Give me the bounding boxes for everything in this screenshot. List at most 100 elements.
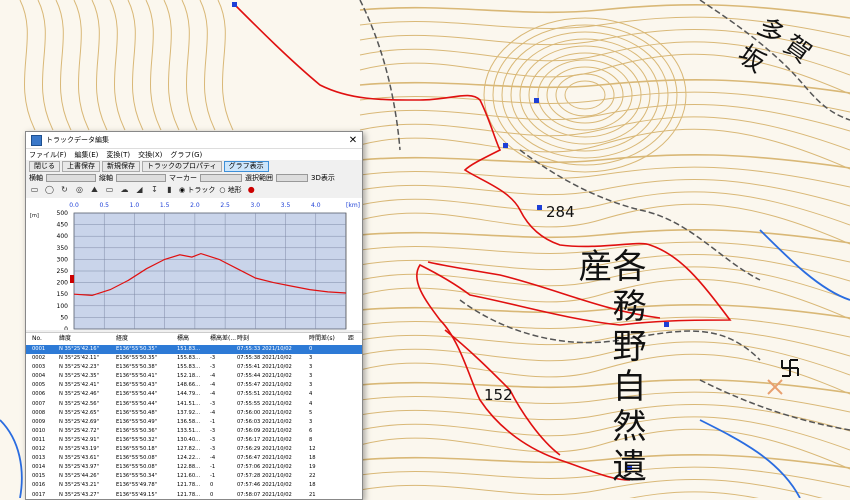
table-row[interactable]: 0004 N 35°25'42.35" E136°55'50.41" 152.18..… — [26, 372, 362, 381]
rotate-icon[interactable]: ↻ — [59, 185, 70, 195]
table-cell: N 35°25'42.41" — [59, 382, 99, 389]
menu-graph[interactable]: グラフ(G) — [170, 150, 202, 160]
table-row[interactable]: 0009 N 35°25'42.69" E136°55'50.49" 136.58..… — [26, 418, 362, 427]
circle-icon[interactable]: ◯ — [44, 185, 55, 195]
table-cell: 127.82... — [177, 446, 201, 453]
overwrite-save-button[interactable]: 上書保存 — [62, 161, 100, 172]
table-row[interactable]: 0012 N 35°25'43.19" E136°55'50.18" 127.82..… — [26, 445, 362, 454]
table-cell: E136°55'50.48" — [116, 409, 158, 416]
save-as-button[interactable]: 新規保存 — [102, 161, 140, 172]
table-row[interactable]: 0011 N 35°25'42.91" E136°55'50.32" 130.40..… — [26, 436, 362, 445]
app-icon — [31, 134, 42, 146]
table-row[interactable]: 0002 N 35°25'42.11" E136°55'50.35" 155.83..… — [26, 354, 362, 363]
selection-range-slider[interactable] — [276, 174, 308, 182]
col-lon[interactable]: 経度 — [116, 333, 128, 345]
table-cell: 07:55:33 2021/10/02 — [237, 346, 292, 352]
table-cell: E136°55'50.38" — [116, 364, 158, 371]
radio-terrain[interactable]: ○ 地形 — [219, 185, 241, 195]
track-edit-window[interactable]: トラックデータ編集 ✕ ファイル(F) 編集(E) 変換(T) 交換(X) グラ… — [25, 131, 363, 500]
arrow-icon[interactable]: ↧ — [149, 185, 160, 195]
table-row[interactable]: 0003 N 35°25'42.23" E136°55'50.38" 155.83..… — [26, 363, 362, 372]
window-titlebar[interactable]: トラックデータ編集 ✕ — [26, 132, 362, 149]
table-cell: 148.66... — [177, 382, 201, 389]
table-cell: 0008 — [32, 409, 46, 416]
table-row[interactable]: 0013 N 35°25'43.61" E136°55'50.08" 124.22..… — [26, 454, 362, 463]
table-row[interactable]: 0008 N 35°25'42.65" E136°55'50.48" 137.92..… — [26, 409, 362, 418]
marker-slider[interactable] — [200, 174, 242, 182]
track-point-list[interactable]: 0001 N 35°25'42.16" E136°55'50.35" 151.83..… — [26, 345, 362, 499]
table-cell: E136°55'50.49" — [116, 418, 158, 425]
table-row[interactable]: 0007 N 35°25'42.56" E136°55'50.44" 141.51..… — [26, 400, 362, 409]
table-cell: E136°55'50.08" — [116, 464, 158, 471]
mountain-icon[interactable]: ⛰ — [89, 185, 100, 195]
menu-convert[interactable]: 変換(T) — [106, 150, 130, 160]
3d-view-label[interactable]: 3D表示 — [311, 173, 335, 183]
window-title: トラックデータ編集 — [46, 136, 109, 144]
table-cell: -3 — [210, 446, 216, 453]
table-cell: 0006 — [32, 391, 46, 398]
table-cell: 3 — [309, 382, 313, 389]
table-cell: 124.22... — [177, 455, 201, 462]
table-cell: 121.60... — [177, 473, 201, 480]
vertical-axis-slider[interactable] — [116, 174, 166, 182]
menu-exchange[interactable]: 交換(X) — [138, 150, 162, 160]
table-cell: 5 — [309, 409, 313, 416]
target-icon[interactable]: ◎ — [74, 185, 85, 195]
rect-icon[interactable]: ▭ — [104, 185, 115, 195]
close-icon[interactable]: ✕ — [344, 135, 362, 146]
table-cell: 0012 — [32, 446, 46, 453]
table-cell: 133.51... — [177, 427, 201, 434]
table-row[interactable]: 0005 N 35°25'42.41" E136°55'50.43" 148.66..… — [26, 381, 362, 390]
table-row[interactable]: 0015 N 35°25'44.26" E136°55'50.34" 121.60..… — [26, 472, 362, 481]
table-cell: 19 — [309, 464, 316, 471]
record-icon[interactable]: ● — [246, 185, 257, 195]
menu-edit[interactable]: 編集(E) — [75, 150, 99, 160]
track-properties-button[interactable]: トラックのプロパティ — [142, 161, 222, 172]
horizontal-axis-slider[interactable] — [46, 174, 96, 182]
selection-range-label: 選択範囲 — [245, 174, 273, 182]
table-row[interactable]: 0014 N 35°25'43.97" E136°55'50.08" 122.88..… — [26, 463, 362, 472]
col-time[interactable]: 時刻 — [237, 333, 249, 345]
col-no[interactable]: No. — [32, 333, 42, 345]
table-cell: -3 — [210, 436, 216, 443]
table-cell: 3 — [309, 364, 313, 371]
table-cell: N 35°25'44.26" — [59, 473, 99, 480]
radio-track-label: トラック — [187, 186, 216, 194]
table-row[interactable]: 0001 N 35°25'42.16" E136°55'50.35" 151.83..… — [26, 345, 362, 355]
col-elev[interactable]: 標高 — [177, 333, 189, 345]
table-row[interactable]: 0006 N 35°25'42.46" E136°55'50.44" 144.79..… — [26, 390, 362, 399]
x-unit-label: [km] — [346, 202, 360, 209]
graph-display-button[interactable]: グラフ表示 — [223, 161, 269, 172]
table-row[interactable]: 0010 N 35°25'42.72" E136°55'50.36" 133.51..… — [26, 427, 362, 436]
radio-track[interactable]: ◉ トラック — [179, 185, 215, 195]
col-distance[interactable]: 距 — [348, 333, 354, 345]
y-tick-label: 300 — [57, 256, 69, 263]
x-tick-label: 2.0 — [190, 202, 200, 209]
elevation-label-152: 152 — [484, 386, 513, 404]
table-cell: E136°55'50.35" — [116, 346, 158, 352]
col-elev-diff[interactable]: 標高差(... — [210, 333, 236, 345]
menu-file[interactable]: ファイル(F) — [29, 150, 67, 160]
table-cell: -3 — [210, 427, 216, 434]
table-cell: 0011 — [32, 436, 46, 443]
table-cell: 152.18... — [177, 373, 201, 380]
marker-label: マーカー — [169, 174, 197, 182]
col-time-diff[interactable]: 時間差(s) — [309, 333, 335, 345]
table-cell: 3 — [309, 355, 313, 362]
elevation-graph[interactable]: [m] [km] 0.0 0.5 1.0 1.5 2.0 2.5 3.0 3.5 4.0 500… — [26, 198, 362, 330]
table-cell: 122.88... — [177, 464, 201, 471]
table-cell: 155.83... — [177, 355, 201, 362]
table-cell: -1 — [210, 464, 216, 471]
cloud-icon[interactable]: ☁ — [119, 185, 130, 195]
marker-pin-icon[interactable]: ▮ — [164, 185, 175, 195]
table-row[interactable]: 0016 N 35°25'43.21" E136°55'49.78" 121.78..… — [26, 481, 362, 490]
close-button[interactable]: 閉じる — [29, 161, 60, 172]
line-icon[interactable]: ▭ — [29, 185, 40, 195]
table-cell: 0009 — [32, 418, 46, 425]
table-cell: N 35°25'43.19" — [59, 446, 99, 453]
slope-icon[interactable]: ◢ — [134, 185, 145, 195]
toolbar: 閉じる 上書保存 新規保存 トラックのプロパティ グラフ表示 — [26, 160, 362, 173]
table-cell: 0004 — [32, 373, 46, 380]
place-name-nature-heritage: 各務野自然遺産 — [572, 248, 646, 488]
col-lat[interactable]: 緯度 — [59, 333, 71, 345]
